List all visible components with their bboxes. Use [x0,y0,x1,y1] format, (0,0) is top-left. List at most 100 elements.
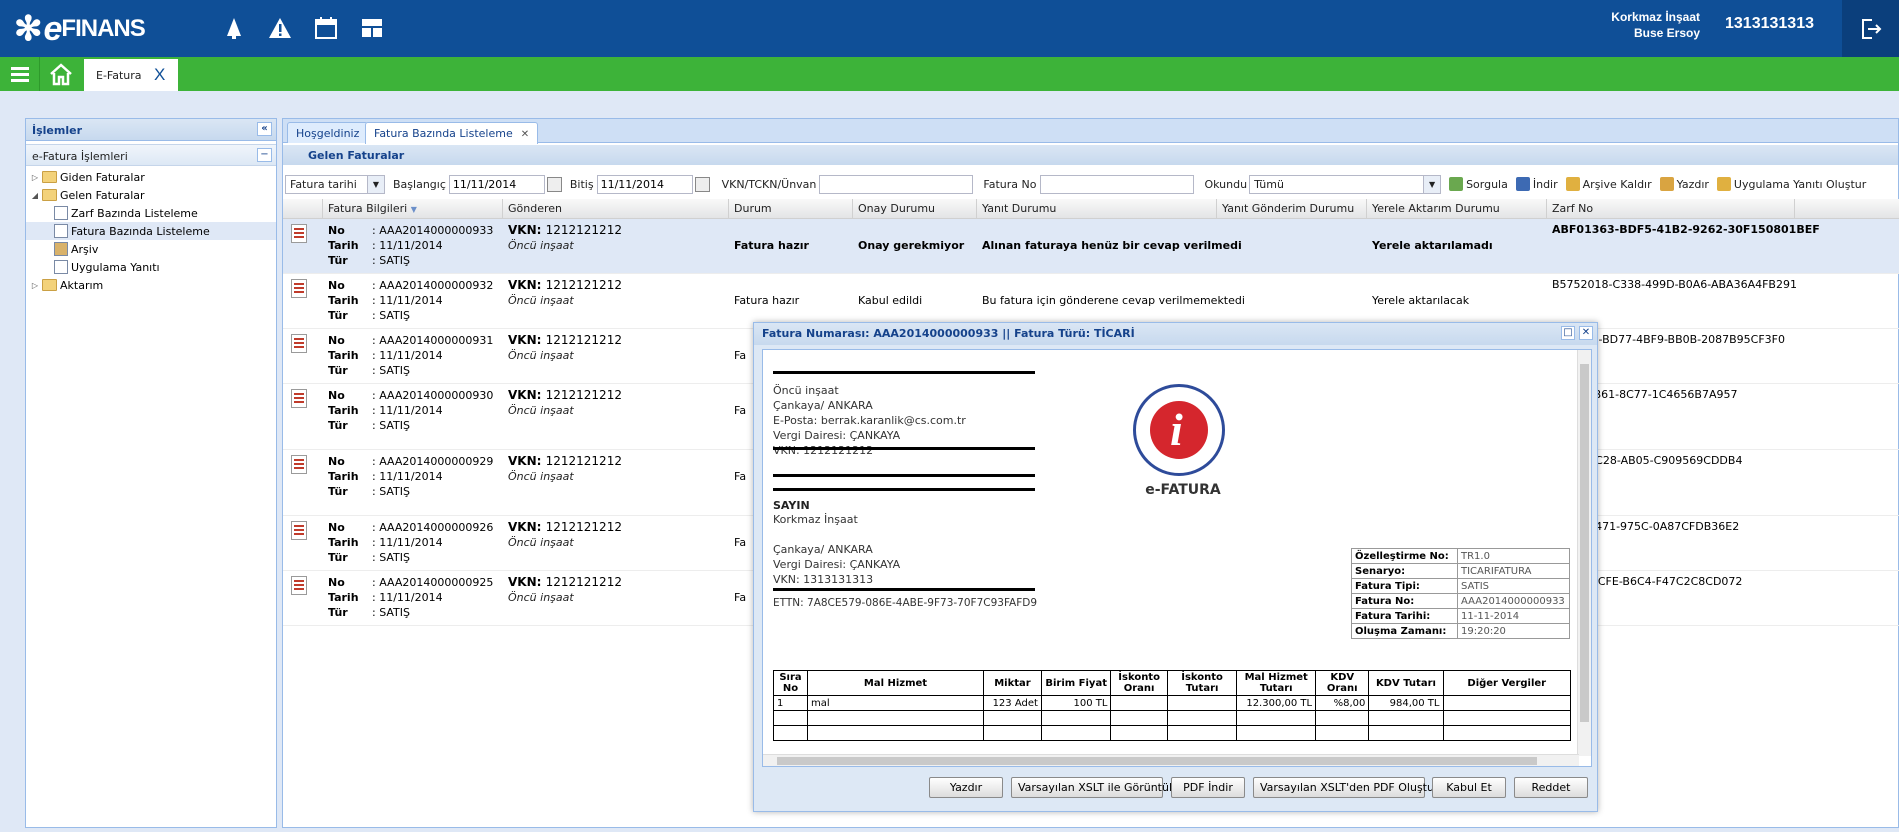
yazdir-button[interactable]: Yazdır [1659,177,1709,191]
col-gonderen[interactable]: Gönderen [503,199,729,219]
tab-fatura-bazinda[interactable]: Fatura Bazında Listeleme ✕ [365,122,539,144]
uygulama-yaniti-button[interactable]: Uygulama Yanıtı Oluştur [1716,177,1866,191]
tab-e-fatura[interactable]: E-Fatura X [84,57,178,91]
calendar-icon[interactable] [694,176,710,192]
tree-icon[interactable] [222,16,246,40]
col-yanit-gonderim[interactable]: Yanıt Gönderim Durumu [1217,199,1367,219]
table-row[interactable]: No: AAA2014000000933 Tarih: 11/11/2014 Tür… [283,219,1899,274]
yazdir-button[interactable]: Yazdır [929,777,1003,798]
xslt-pdf-button[interactable]: Varsayılan XSLT'den PDF Oluştur [1253,777,1438,798]
col-durum[interactable]: Durum [729,199,853,219]
cell-onay: Onay gerekmiyor [853,219,977,273]
logout-button[interactable] [1842,0,1899,57]
invoice-icon[interactable] [291,455,307,474]
invoice-icon[interactable] [291,576,307,595]
invoice-icon[interactable] [291,521,307,540]
collapse-icon[interactable]: ◢ [30,191,40,200]
arsive-kaldir-label: Arşive Kaldır [1582,177,1652,191]
line-header: Birim Fiyat [1040,670,1112,696]
close-icon[interactable]: ✕ [1579,326,1593,340]
calendar-icon[interactable] [314,16,338,40]
collapse-panel-icon[interactable]: « [257,122,272,136]
expand-icon[interactable]: ▷ [30,281,40,290]
cell-gonderen: VKN: 1212121212 Öncü inşaat [503,329,729,383]
okundu-select[interactable]: Tümü ▼ [1249,174,1442,194]
tab-hosgeldiniz[interactable]: Hoşgeldiniz [287,122,369,143]
tab-close-icon[interactable]: ✕ [521,129,529,140]
sorgula-button[interactable]: Sorgula [1449,177,1508,191]
top-icons [222,16,384,40]
date-type-select[interactable]: Fatura tarihi ▼ [285,174,385,194]
invoice-icon[interactable] [291,389,307,408]
home-icon[interactable] [44,60,78,88]
maximize-icon[interactable]: □ [1561,326,1575,340]
button-label: Varsayılan XSLT ile Görüntüle [1018,781,1179,794]
sort-desc-icon[interactable]: ▼ [411,205,417,214]
download-icon [1515,177,1530,191]
invoice-icon[interactable] [291,279,307,298]
tree-item-arsiv[interactable]: Arşiv [26,240,276,258]
vkn-input[interactable] [819,174,974,194]
tab-close-icon[interactable]: X [154,65,165,85]
invoice-info: No: AAA2014000000932 Tarih: 11/11/2014 Tür… [328,278,498,323]
print-icon [1659,177,1674,191]
warning-icon[interactable] [268,16,292,40]
cell-yerele-text: Yerele aktarılamadı [1372,239,1493,252]
sender-line: Öncü inşaat [773,384,839,397]
hamburger-menu-icon[interactable] [0,57,40,91]
info-value: : 11/11/2014 [372,349,443,362]
info-value: : SATIŞ [372,551,411,564]
tree-item-uygulama-yaniti[interactable]: Uygulama Yanıtı [26,258,276,276]
empty-row [773,725,1571,741]
user-name: Buse Ersoy [1633,26,1700,40]
calendar-icon[interactable] [546,176,562,192]
divider [773,474,1035,477]
xslt-view-button[interactable]: Varsayılan XSLT ile Görüntüle [1011,777,1179,798]
cell-durum-text: Fa [734,404,747,417]
pdf-indir-button[interactable]: PDF İndir [1171,777,1245,798]
vkn-value: 1212121212 [545,520,622,534]
info-key: No [328,521,345,534]
indir-button[interactable]: İndir [1515,177,1558,191]
kabul-et-button[interactable]: Kabul Et [1432,777,1506,798]
button-label: Yazdır [949,781,983,794]
efatura-section[interactable]: e-Fatura İşlemleri − [26,144,276,166]
arsive-kaldir-button[interactable]: Arşive Kaldır [1565,177,1652,191]
col-yerele-aktarim[interactable]: Yerele Aktarım Durumu [1367,199,1547,219]
tree-item-gelen-faturalar[interactable]: ◢ Gelen Faturalar [26,186,276,204]
dropdown-arrow-icon[interactable]: ▼ [1423,175,1441,193]
line-header: Mal Hizmet Tutarı [1236,670,1317,696]
expand-icon[interactable]: ▷ [30,173,40,182]
tree-item-zarf-bazinda[interactable]: Zarf Bazında Listeleme [26,204,276,222]
horizontal-scrollbar[interactable] [763,754,1579,766]
invoice-icon[interactable] [291,224,307,243]
start-date-input[interactable] [448,174,545,194]
envelope-icon [54,260,68,274]
vkn-key: VKN: [508,520,546,534]
tree-item-giden-faturalar[interactable]: ▷ Giden Faturalar [26,168,276,186]
dashboard-icon[interactable] [360,16,384,40]
info-value: : 11/11/2014 [372,536,443,549]
col-fatura-bilgileri[interactable]: Fatura Bilgileri ▼ [323,199,503,219]
vertical-scrollbar[interactable] [1577,350,1591,756]
col-label: Yerele Aktarım Durumu [1372,202,1500,215]
col-onay-durumu[interactable]: Onay Durumu [853,199,977,219]
col-zarf-no[interactable]: Zarf No [1547,199,1795,219]
tree-item-fatura-bazinda[interactable]: Fatura Bazında Listeleme [26,222,276,240]
collapse-section-icon[interactable]: − [257,148,272,162]
efinans-logo[interactable]: ✻ e FINANS [14,9,146,49]
sender-name: Öncü inşaat [508,591,574,604]
dropdown-arrow-icon[interactable]: ▼ [367,175,384,193]
grid-header-icon-col [283,199,323,219]
ettn: ETTN: 7A8CE579-086E-4ABE-9F73-70F7C93FAF… [773,597,1038,609]
col-yanit-durumu[interactable]: Yanıt Durumu [977,199,1217,219]
sender-info: VKN: 1212121212 Öncü inşaat [508,333,724,363]
invoice-info: No: AAA2014000000926 Tarih: 11/11/2014 Tür… [328,520,498,565]
tree-item-aktarim[interactable]: ▷ Aktarım [26,276,276,294]
reddet-button[interactable]: Reddet [1514,777,1588,798]
fatura-no-input[interactable] [1040,174,1195,194]
invoice-icon[interactable] [291,334,307,353]
end-date-input[interactable] [596,174,693,194]
table-row[interactable]: No: AAA2014000000932 Tarih: 11/11/2014 Tür… [283,274,1899,329]
user-info: Korkmaz İnşaat Buse Ersoy [1566,9,1700,41]
